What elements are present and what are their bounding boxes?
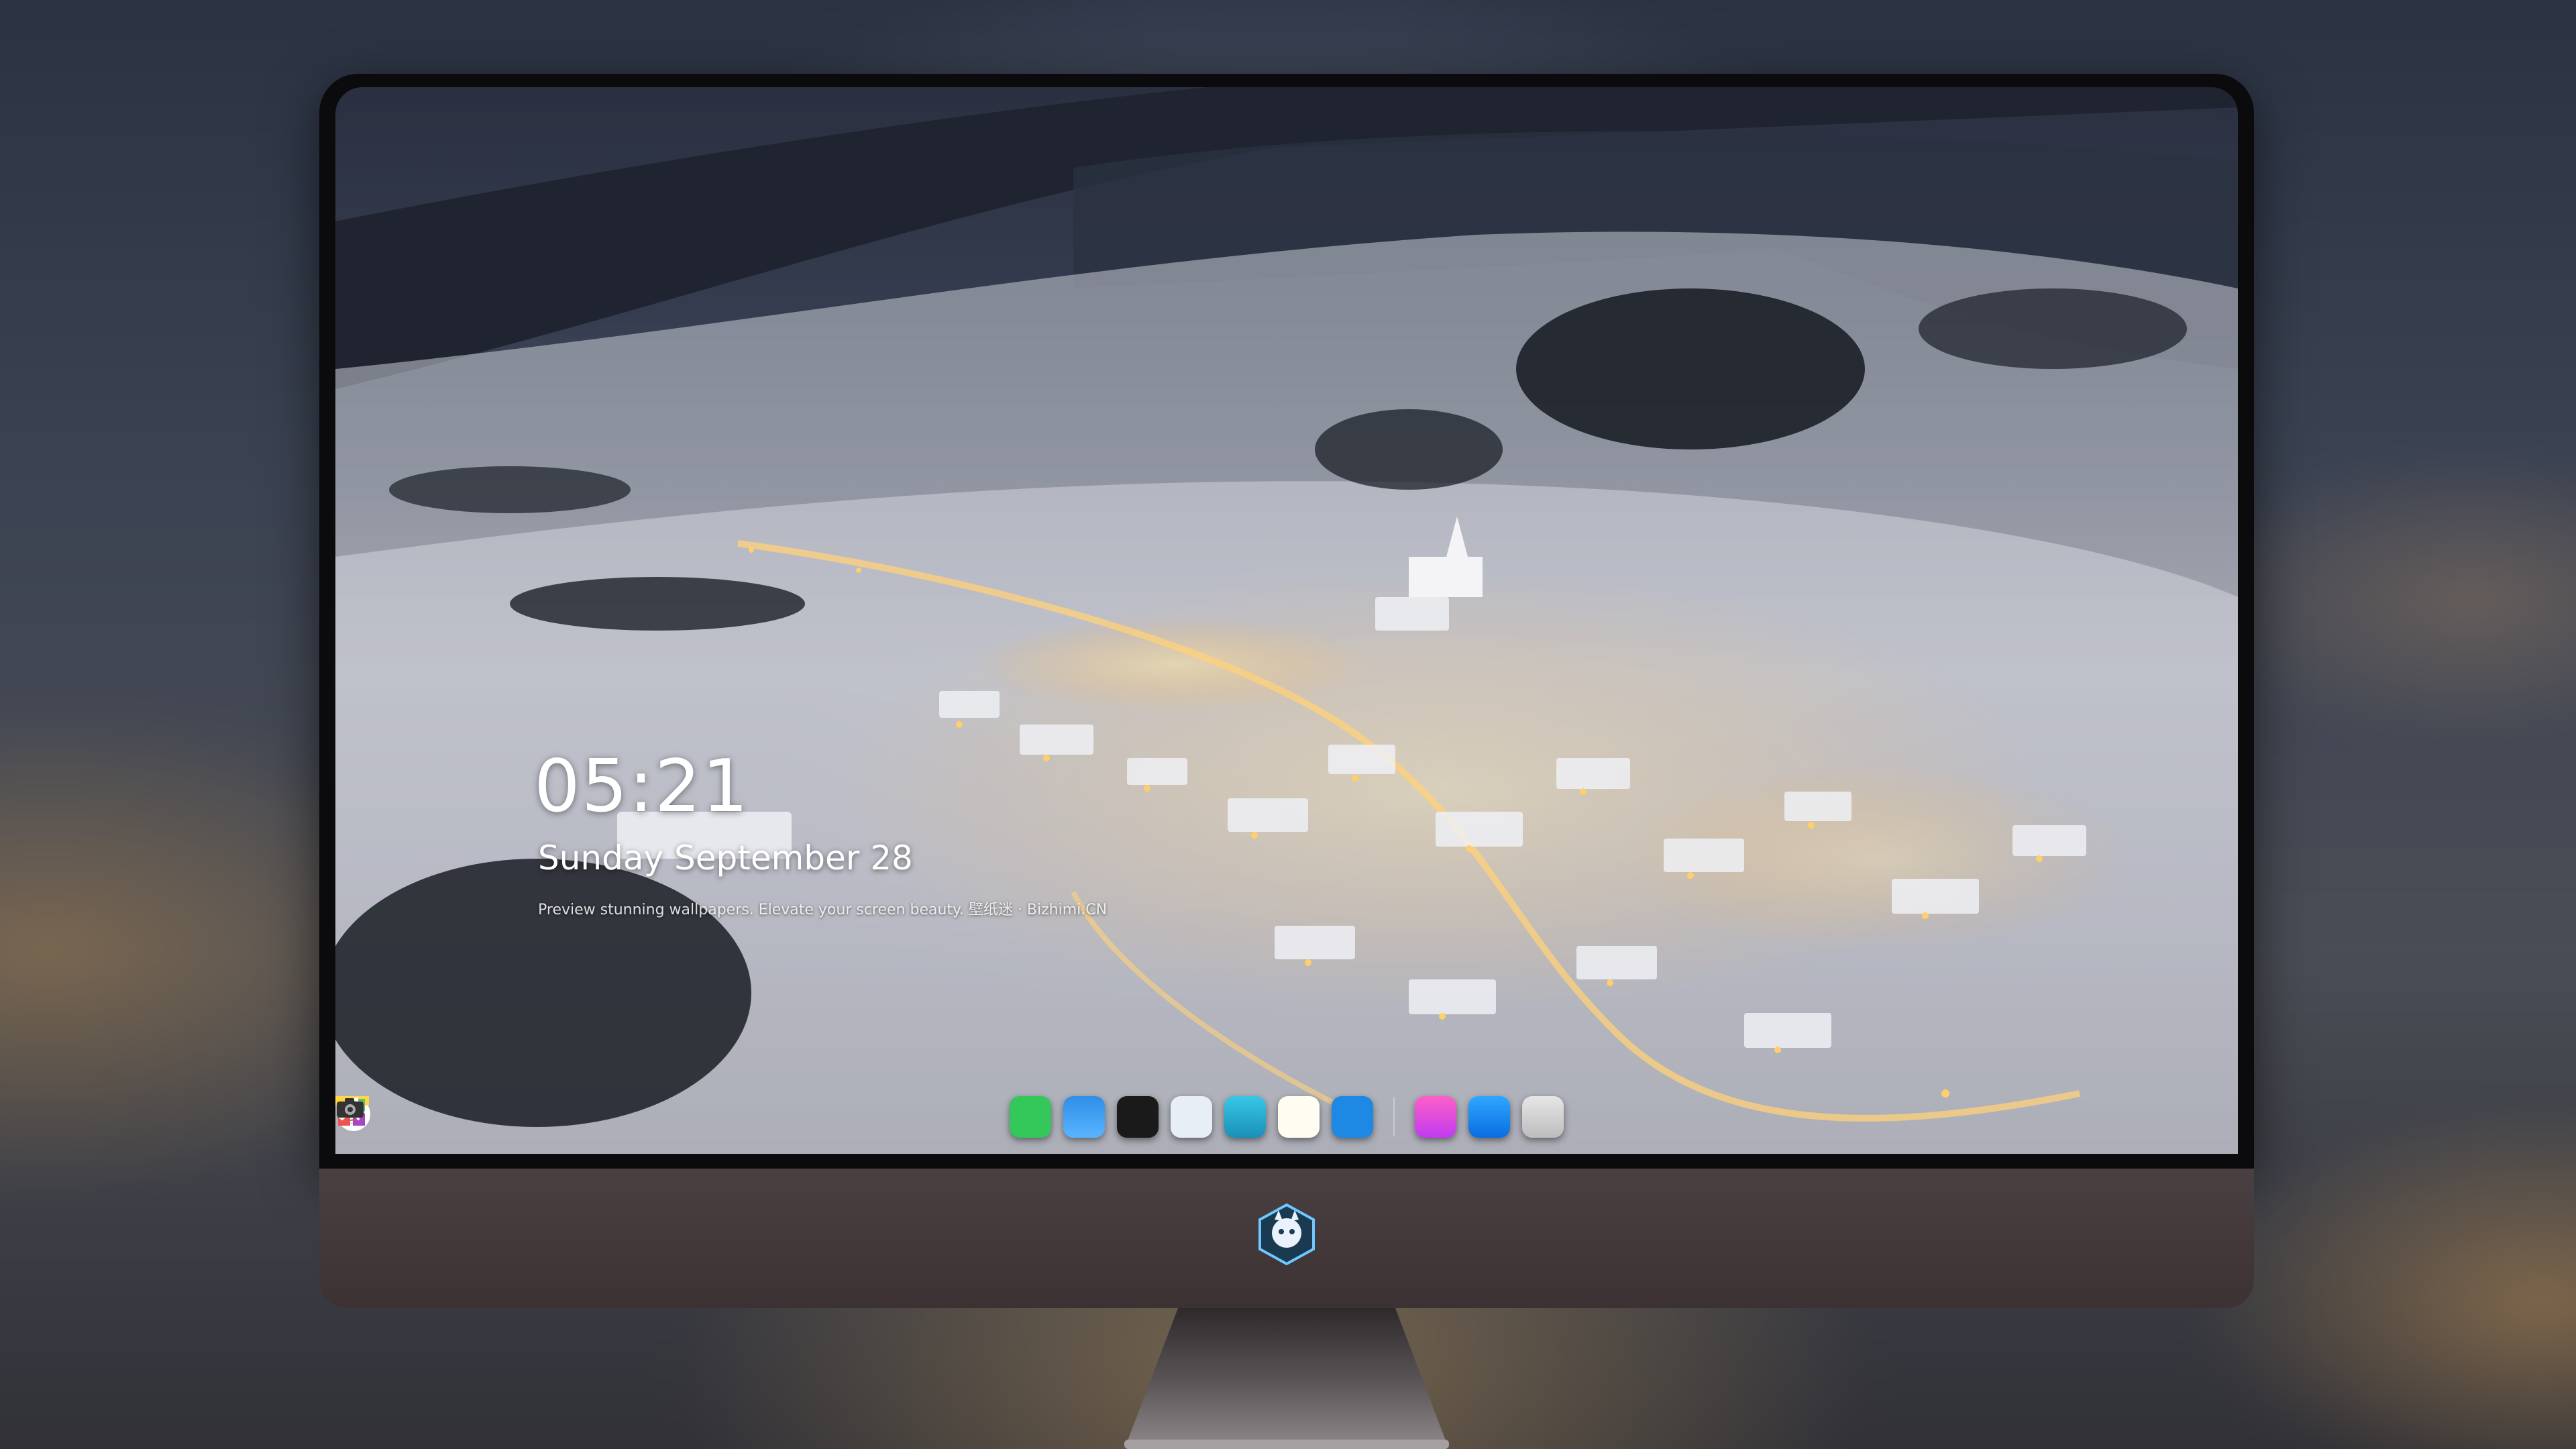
lockscreen-time: 05:21 bbox=[534, 745, 750, 828]
weather-icon[interactable] bbox=[340, 1096, 1105, 1138]
preview-icon[interactable] bbox=[337, 1096, 1212, 1138]
clips-icon[interactable] bbox=[338, 1096, 1266, 1138]
wallpaper-tagline: Preview stunning wallpapers. Elevate you… bbox=[538, 902, 1108, 918]
app-store-icon[interactable] bbox=[339, 1096, 1510, 1138]
monitor-bezel: 05:21 Sunday September 28 Preview stunni… bbox=[319, 74, 2254, 1169]
monitor: 05:21 Sunday September 28 Preview stunni… bbox=[319, 74, 2254, 1449]
clock-icon[interactable] bbox=[337, 1096, 1159, 1138]
dock-separator bbox=[1393, 1097, 1395, 1136]
wallpaper bbox=[335, 87, 2238, 1154]
notes-icon[interactable] bbox=[335, 1096, 1320, 1138]
desktop-screen: 05:21 Sunday September 28 Preview stunni… bbox=[335, 87, 2238, 1154]
camera-icon[interactable] bbox=[337, 1096, 1564, 1138]
music-icon[interactable] bbox=[339, 1096, 1456, 1138]
brand-logo bbox=[1258, 1203, 1315, 1266]
photo-booth-icon[interactable] bbox=[338, 1096, 1373, 1138]
dock bbox=[335, 1096, 2238, 1138]
messages-icon[interactable] bbox=[337, 1096, 1051, 1138]
lockscreen-date: Sunday September 28 bbox=[538, 839, 913, 877]
monitor-stand bbox=[1124, 1308, 1449, 1449]
